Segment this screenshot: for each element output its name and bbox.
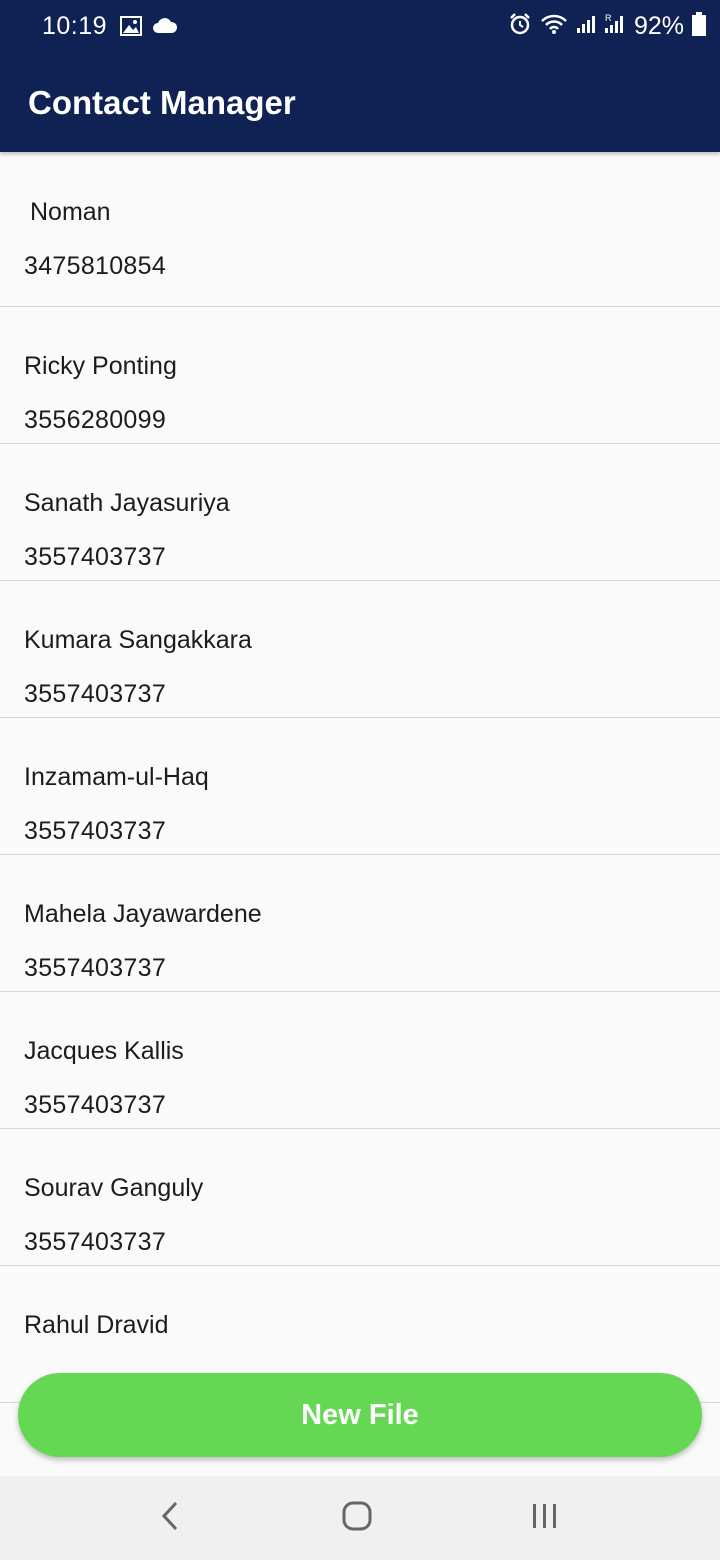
contact-list-item[interactable]: Mahela Jayawardene 3557403737 [0,855,720,992]
contact-name: Sanath Jayasuriya [24,489,230,517]
contact-phone: 3557403737 [24,543,167,571]
contact-name: Sourav Ganguly [24,1174,204,1202]
back-icon [160,1500,180,1537]
contact-name: Rahul Dravid [24,1311,169,1339]
signal-icon [576,14,596,39]
page-title: Contact Manager [28,84,296,121]
contact-list-item[interactable]: Sanath Jayasuriya 3557403737 [0,444,720,581]
battery-icon [692,12,706,41]
svg-text:R: R [605,13,612,23]
status-bar: 10:19 R 92% [0,0,720,56]
app-bar: Contact Manager [0,56,720,152]
contact-list-item[interactable]: Inzamam-ul-Haq 3557403737 [0,718,720,855]
contact-phone: 3557403737 [24,1091,167,1119]
image-icon [120,16,142,41]
contact-name: Inzamam-ul-Haq [24,763,209,791]
contact-name: Ricky Ponting [24,352,177,380]
new-file-button[interactable]: New File [18,1373,702,1457]
recents-icon [530,1502,560,1535]
contact-phone: 3556280099 [24,406,167,434]
contact-phone: 3475810854 [24,252,167,280]
alarm-icon [508,12,532,41]
system-nav-bar [0,1476,720,1560]
wifi-icon [540,13,568,40]
contact-phone: 3557403737 [24,1228,167,1256]
cloud-icon [152,18,178,39]
home-button[interactable] [317,1476,397,1560]
back-button[interactable] [130,1476,210,1560]
contact-list-item[interactable]: Noman 3475810854 [0,152,720,307]
contact-list-item[interactable]: Sourav Ganguly 3557403737 [0,1129,720,1266]
signal-roaming-icon: R [604,13,626,40]
contact-phone: 3557403737 [24,680,167,708]
contact-list-item[interactable]: Jacques Kallis 3557403737 [0,992,720,1129]
contact-phone: 3557403737 [24,817,167,845]
contact-list-item[interactable]: Ricky Ponting 3556280099 [0,307,720,444]
recents-button[interactable] [505,1476,585,1560]
contact-name: Mahela Jayawardene [24,900,262,928]
home-icon [341,1500,373,1537]
contact-list[interactable]: Noman 3475810854 Ricky Ponting 355628009… [0,152,720,1476]
contact-name: Kumara Sangakkara [24,626,252,654]
status-time: 10:19 [42,12,108,40]
contact-list-item[interactable]: Kumara Sangakkara 3557403737 [0,581,720,718]
contact-name: Noman [30,198,111,226]
contact-name: Jacques Kallis [24,1037,184,1065]
battery-percent: 92% [633,12,684,40]
contact-phone: 3557403737 [24,954,167,982]
